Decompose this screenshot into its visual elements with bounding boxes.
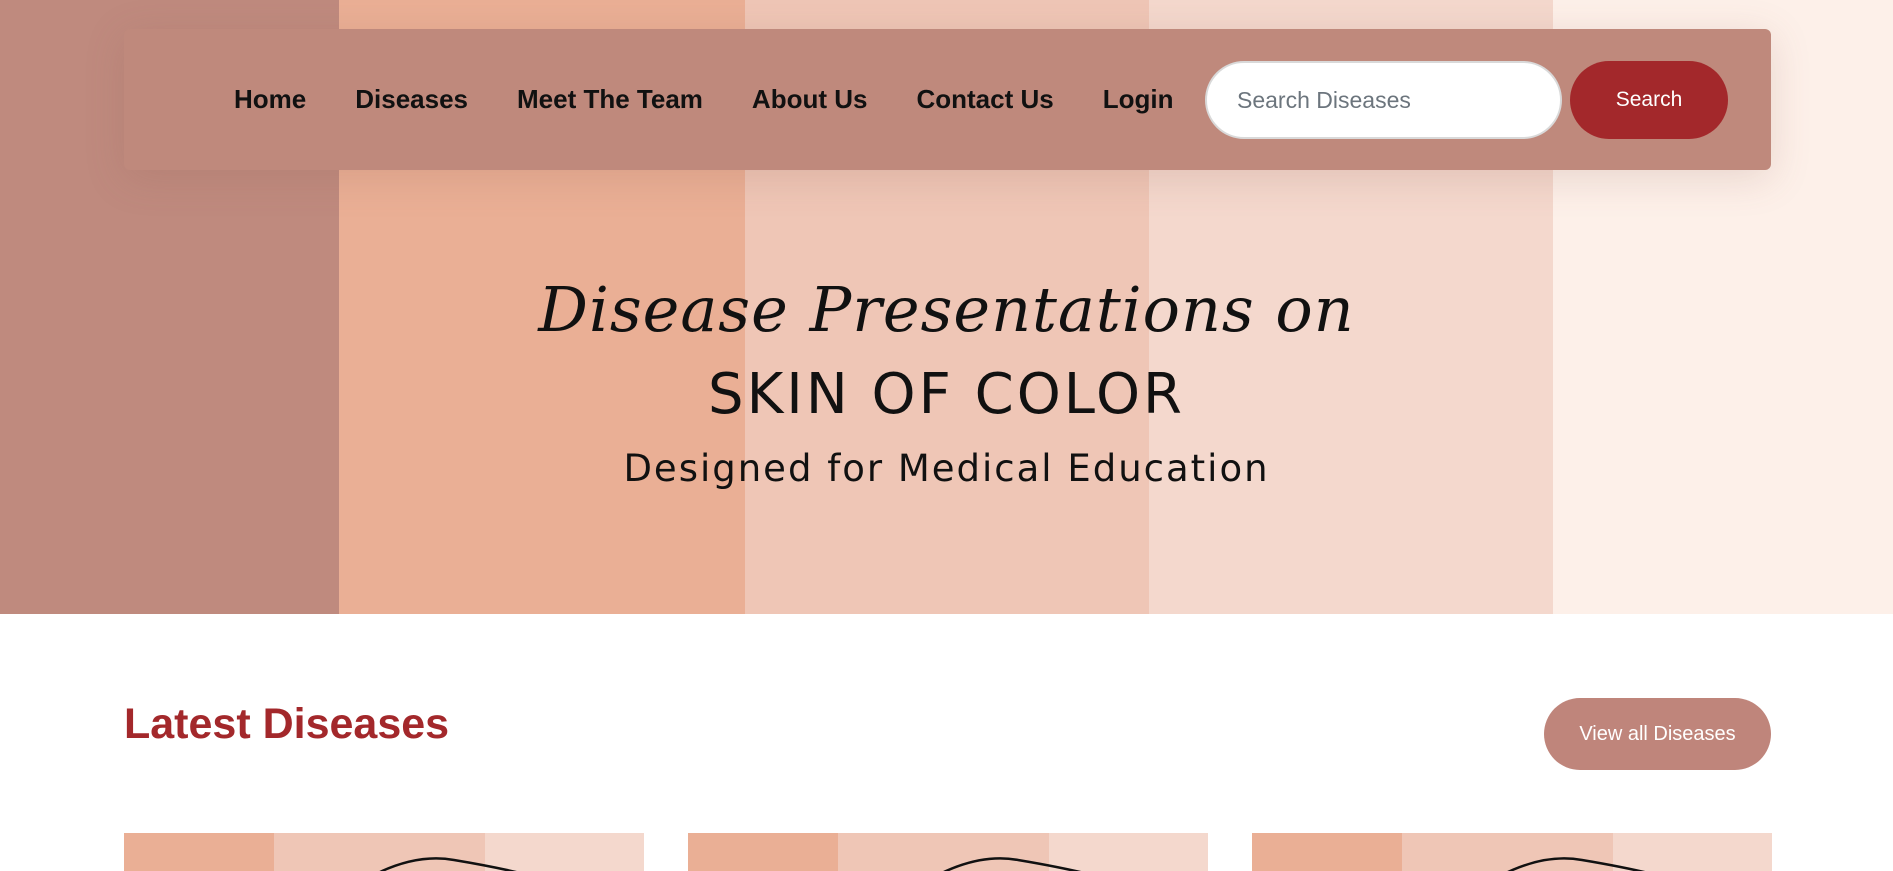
card-line-art-image	[943, 857, 1082, 871]
view-all-diseases-button[interactable]: View all Diseases	[1544, 698, 1771, 770]
nav-link-login[interactable]: Login	[1103, 84, 1174, 115]
hero-subtitle: Designed for Medical Education	[623, 447, 1270, 490]
disease-card[interactable]	[688, 833, 1208, 871]
latest-diseases-heading: Latest Diseases	[124, 700, 450, 748]
nav-link-meet-the-team[interactable]: Meet The Team	[517, 84, 703, 115]
hero-script-line: Disease Presentations on	[538, 273, 1355, 346]
nav-link-diseases[interactable]: Diseases	[355, 84, 468, 115]
nav-link-about-us[interactable]: About Us	[752, 84, 868, 115]
hero-title: SKIN OF COLOR	[708, 362, 1185, 427]
disease-card[interactable]	[124, 833, 644, 871]
disease-card[interactable]	[1252, 833, 1772, 871]
nav-links: Home Diseases Meet The Team About Us Con…	[234, 29, 1222, 170]
nav-link-home[interactable]: Home	[234, 84, 306, 115]
search-input[interactable]	[1205, 61, 1562, 139]
card-line-art-image	[379, 857, 518, 871]
navbar: Home Diseases Meet The Team About Us Con…	[124, 29, 1771, 170]
hero-text: Disease Presentations on SKIN OF COLOR D…	[0, 265, 1893, 499]
card-line-art-image	[1507, 857, 1646, 871]
nav-link-contact-us[interactable]: Contact Us	[916, 84, 1053, 115]
search-button[interactable]: Search	[1570, 61, 1728, 139]
